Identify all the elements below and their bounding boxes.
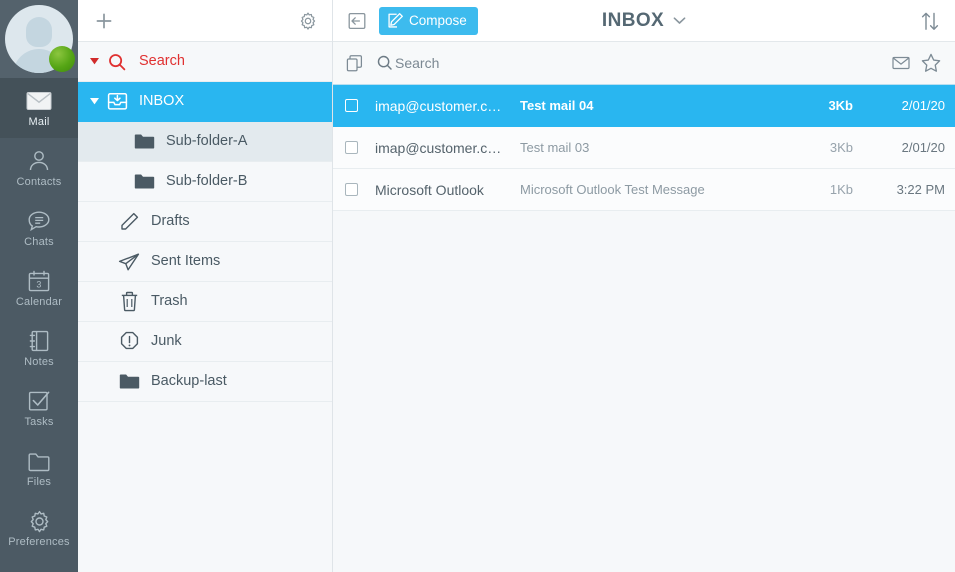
files-icon — [26, 448, 52, 474]
rail-item-label: Contacts — [16, 176, 62, 188]
chats-icon — [26, 208, 52, 234]
warning-octagon-icon — [116, 331, 142, 352]
message-sender: Microsoft Outlook — [375, 181, 484, 198]
message-subject: Microsoft Outlook Test Message — [520, 182, 705, 197]
triangle-down-icon[interactable] — [84, 58, 104, 65]
paper-plane-icon — [116, 252, 142, 272]
table-row[interactable]: imap@customer.c… Test mail 04 3Kb 2/01/2… — [333, 85, 955, 127]
notes-icon — [26, 328, 52, 354]
folder-item-label: Junk — [151, 333, 182, 350]
compose-button-label: Compose — [409, 13, 467, 28]
app-rail: Mail Contacts Chats 3 Calendar Notes Tas… — [0, 0, 78, 572]
avatar[interactable] — [0, 0, 78, 78]
rail-item-label: Tasks — [24, 416, 54, 428]
folder-item-label: Sent Items — [151, 253, 221, 270]
app-root: Mail Contacts Chats 3 Calendar Notes Tas… — [0, 0, 955, 572]
trash-icon — [116, 291, 142, 312]
rail-item-label: Notes — [24, 356, 54, 368]
folder-icon — [131, 133, 157, 150]
message-list-search-bar — [333, 42, 955, 85]
tasks-icon — [26, 388, 52, 414]
folder-item-backup-last[interactable]: Backup-last — [78, 362, 332, 402]
rail-item-label: Calendar — [15, 296, 63, 308]
folder-item-trash[interactable]: Trash — [78, 282, 332, 322]
collapse-panel-icon[interactable] — [345, 9, 369, 33]
search-input[interactable] — [395, 55, 891, 71]
rail-item-tasks[interactable]: Tasks — [0, 378, 78, 438]
contacts-icon — [26, 148, 52, 174]
rail-item-preferences[interactable]: Preferences — [0, 498, 78, 558]
rail-item-label: Mail — [28, 116, 50, 128]
compose-pencil-icon — [387, 12, 404, 29]
folder-item-label: INBOX — [139, 93, 185, 110]
pencil-icon — [116, 211, 142, 232]
rail-item-mail[interactable]: Mail — [0, 78, 78, 138]
chevron-down-icon[interactable] — [673, 16, 686, 25]
message-size: 3Kb — [829, 140, 853, 155]
folder-panel-toolbar — [78, 0, 332, 42]
message-list: imap@customer.c… Test mail 04 3Kb 2/01/2… — [333, 85, 955, 572]
message-list-filters — [891, 52, 942, 74]
search-icon — [376, 54, 394, 72]
message-date: 2/01/20 — [901, 98, 945, 113]
rail-item-notes[interactable]: Notes — [0, 318, 78, 378]
avatar-head — [26, 17, 52, 47]
rail-item-files[interactable]: Files — [0, 438, 78, 498]
folder-item-label: Sub-folder-B — [166, 173, 248, 190]
message-subject: Test mail 04 — [520, 98, 594, 113]
message-date: 3:22 PM — [896, 182, 945, 197]
calendar-icon: 3 — [26, 268, 52, 294]
message-list-panel: Compose INBOX Search imap@customer.c… Te… — [333, 0, 955, 572]
plus-icon[interactable] — [94, 11, 114, 31]
folder-item-label: Sub-folder-A — [166, 133, 248, 150]
copy-select-icon[interactable] — [345, 54, 364, 73]
compose-button[interactable]: Compose — [379, 6, 478, 35]
message-sender: imap@customer.c… — [375, 139, 502, 156]
table-row[interactable]: imap@customer.c… Test mail 03 3Kb 2/01/2… — [333, 127, 955, 169]
folder-icon — [131, 173, 157, 190]
triangle-down-icon[interactable] — [84, 98, 104, 105]
row-checkbox[interactable] — [345, 141, 358, 154]
folder-item-sent-items[interactable]: Sent Items — [78, 242, 332, 282]
row-checkbox[interactable] — [345, 183, 358, 196]
folder-item-label: Drafts — [151, 213, 190, 230]
search-icon — [104, 52, 130, 72]
search-field-wrapper[interactable] — [376, 54, 891, 72]
message-list-toolbar: Compose INBOX — [333, 0, 955, 42]
message-sender: imap@customer.c… — [375, 97, 502, 114]
folder-item-junk[interactable]: Junk — [78, 322, 332, 362]
inbox-icon — [104, 92, 130, 111]
gear-icon[interactable] — [298, 11, 318, 31]
rail-item-chats[interactable]: Chats — [0, 198, 78, 258]
folder-item-sub-folder-b[interactable]: Sub-folder-B — [78, 162, 332, 202]
svg-text:3: 3 — [36, 279, 41, 289]
rail-item-label: Chats — [24, 236, 54, 248]
folder-item-label: Trash — [151, 293, 188, 310]
message-size: 1Kb — [829, 182, 853, 197]
message-date: 2/01/20 — [901, 140, 945, 155]
gear-icon — [26, 508, 52, 534]
folder-item-search[interactable]: Search — [78, 42, 332, 82]
row-checkbox[interactable] — [345, 99, 358, 112]
table-row[interactable]: Microsoft Outlook Microsoft Outlook Test… — [333, 169, 955, 211]
message-size: 3Kb — [828, 98, 853, 113]
page-title: INBOX — [601, 9, 665, 31]
folder-item-label: Backup-last — [151, 373, 227, 390]
rail-item-label: Preferences — [8, 536, 70, 548]
folder-item-drafts[interactable]: Drafts — [78, 202, 332, 242]
envelope-icon[interactable] — [891, 53, 911, 73]
rail-item-contacts[interactable]: Contacts — [0, 138, 78, 198]
star-icon[interactable] — [920, 52, 942, 74]
rail-item-label: Files — [26, 476, 52, 488]
folder-item-label: Search — [139, 53, 185, 70]
sort-updown-icon[interactable] — [919, 10, 941, 32]
mail-icon — [26, 88, 52, 114]
folder-icon — [116, 373, 142, 390]
message-subject: Test mail 03 — [520, 140, 590, 155]
folder-item-sub-folder-a[interactable]: Sub-folder-A — [78, 122, 332, 162]
presence-status-indicator[interactable] — [49, 46, 75, 72]
folder-panel: Search INBOX Sub-folder-A Sub-folder-B D… — [78, 0, 333, 572]
folder-item-inbox[interactable]: INBOX — [78, 82, 332, 122]
rail-item-calendar[interactable]: 3 Calendar — [0, 258, 78, 318]
